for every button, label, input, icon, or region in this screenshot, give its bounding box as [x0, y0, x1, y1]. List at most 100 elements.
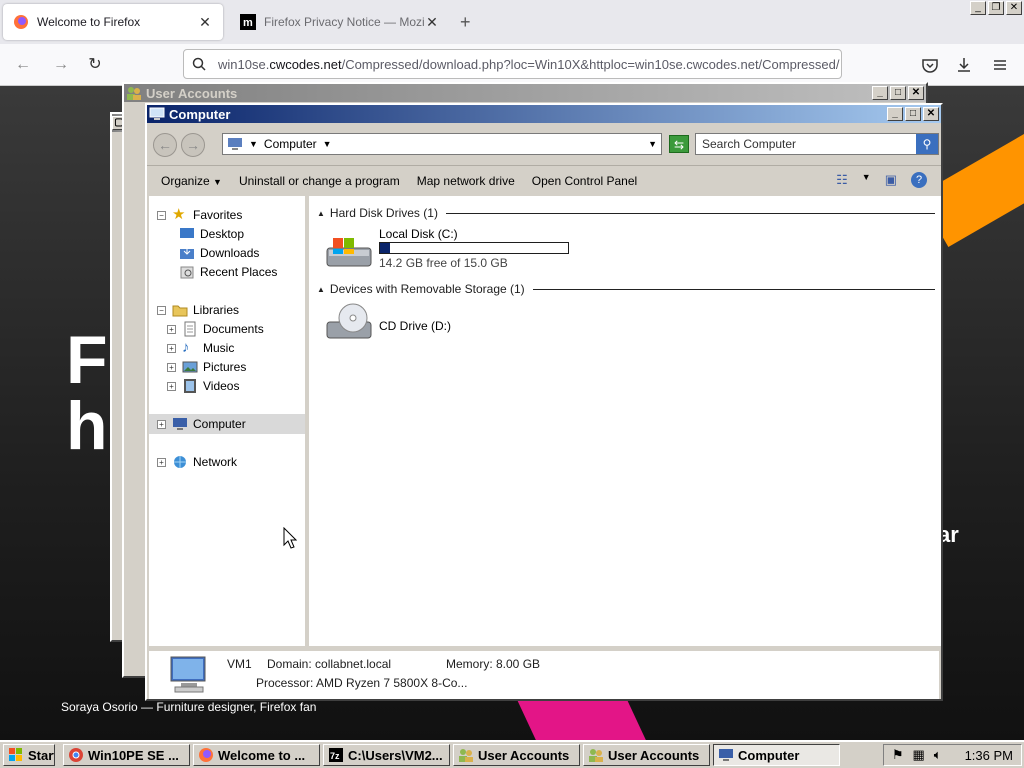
tree-item-computer[interactable]: + Computer: [149, 414, 305, 434]
back-icon[interactable]: ←: [12, 54, 34, 76]
breadcrumb-chevron-icon[interactable]: ▼: [323, 139, 332, 149]
change-view-icon[interactable]: ☷: [836, 172, 848, 188]
network-status-icon[interactable]: ▦: [912, 747, 924, 763]
taskbar-item-user-accounts-2[interactable]: User Accounts: [583, 744, 710, 766]
refresh-icon[interactable]: ⇆: [669, 135, 689, 153]
close-tab-icon[interactable]: ✕: [424, 14, 440, 31]
search-input[interactable]: Search Computer ⚲: [695, 133, 939, 155]
computer-icon: [228, 138, 242, 150]
tree-item-documents[interactable]: + Documents: [167, 321, 264, 337]
mozilla-icon: m: [240, 14, 256, 30]
collapse-group-icon[interactable]: ▲: [317, 285, 325, 294]
chevron-down-icon[interactable]: ▼: [862, 172, 871, 188]
search-icon[interactable]: ⚲: [916, 134, 938, 154]
group-header-hard-disk-drives[interactable]: ▲ Hard Disk Drives (1): [317, 206, 935, 220]
maximize-icon[interactable]: □: [890, 86, 906, 100]
downloads-icon[interactable]: [953, 54, 975, 76]
breadcrumb-chevron-icon[interactable]: ▼: [249, 139, 258, 149]
tree-label: Libraries: [193, 303, 240, 317]
chevron-down-icon: ▼: [213, 176, 222, 187]
expand-icon[interactable]: +: [157, 457, 166, 467]
7zip-icon: 7z: [329, 748, 343, 762]
tree-item-libraries[interactable]: − Libraries: [157, 302, 239, 318]
tree-item-network[interactable]: + Network: [157, 454, 237, 470]
firefox-icon: [14, 15, 28, 29]
minimize-icon[interactable]: _: [970, 1, 986, 15]
computer-explorer-window[interactable]: Computer _ □ ✕ ← → ▼ Computer ▼ ▼ ⇆ Sear…: [145, 103, 943, 701]
close-icon[interactable]: ✕: [908, 86, 924, 100]
new-tab-icon[interactable]: +: [460, 12, 471, 33]
window-titlebar: User Accounts _ □ ✕: [124, 84, 926, 102]
start-button[interactable]: Start: [3, 744, 55, 766]
help-icon[interactable]: ?: [911, 172, 927, 188]
uninstall-program-button[interactable]: Uninstall or change a program: [239, 174, 400, 188]
svg-text:m: m: [243, 17, 253, 29]
tree-item-downloads[interactable]: Downloads: [179, 245, 259, 261]
close-tab-icon[interactable]: ✕: [197, 14, 213, 31]
address-bar[interactable]: ▼ Computer ▼ ▼: [222, 133, 662, 155]
music-icon: ♪: [182, 339, 190, 356]
tab-privacy-notice[interactable]: m Firefox Privacy Notice — Mozilla ✕: [230, 4, 450, 40]
close-icon[interactable]: ✕: [923, 107, 939, 121]
menu-icon[interactable]: [989, 54, 1011, 76]
expand-icon[interactable]: +: [157, 419, 166, 429]
browser-tab-bar: Welcome to Firefox ✕ m Firefox Privacy N…: [0, 0, 1024, 44]
group-label: Hard Disk Drives (1): [329, 206, 438, 220]
forward-icon[interactable]: →: [50, 54, 72, 76]
collapse-icon[interactable]: −: [157, 210, 166, 220]
expand-icon[interactable]: +: [167, 324, 176, 334]
flag-icon[interactable]: ⚑: [892, 747, 904, 763]
forward-icon[interactable]: →: [181, 133, 205, 157]
system-tray: ⚑ ▦ 🔈︎ 1:36 PM: [882, 744, 1022, 766]
tab-title: Welcome to Firefox: [37, 15, 141, 29]
tree-item-music[interactable]: + ♪ Music: [167, 340, 234, 356]
tree-label: Computer: [193, 417, 246, 431]
users-icon: [459, 749, 473, 762]
group-header-removable-storage[interactable]: ▲ Devices with Removable Storage (1): [317, 282, 935, 296]
window-titlebar: Computer _ □ ✕: [147, 105, 941, 123]
back-icon[interactable]: ←: [153, 133, 177, 157]
restore-icon[interactable]: ❐: [988, 1, 1004, 15]
minimize-icon[interactable]: _: [887, 107, 903, 121]
tree-item-recent-places[interactable]: Recent Places: [179, 264, 277, 280]
breadcrumb-computer[interactable]: Computer: [264, 137, 317, 151]
expand-icon[interactable]: +: [167, 381, 176, 391]
clock[interactable]: 1:36 PM: [965, 748, 1013, 763]
taskbar-item-user-accounts-1[interactable]: User Accounts: [453, 744, 580, 766]
organize-button[interactable]: Organize ▼: [161, 174, 222, 188]
tree-label: Favorites: [193, 208, 243, 222]
address-dropdown-icon[interactable]: ▼: [648, 139, 657, 149]
expand-icon[interactable]: +: [167, 362, 176, 372]
mouse-cursor-icon: [283, 527, 297, 549]
open-control-panel-button[interactable]: Open Control Panel: [532, 174, 637, 188]
tab-welcome-to-firefox[interactable]: Welcome to Firefox ✕: [3, 4, 223, 40]
details-pane: VM1 Domain: collabnet.local Memory: 8.00…: [149, 648, 939, 699]
maximize-icon[interactable]: □: [905, 107, 921, 121]
minimize-icon[interactable]: _: [872, 86, 888, 100]
tree-label: Recent Places: [200, 265, 278, 279]
tree-item-favorites[interactable]: − ★ Favorites: [157, 207, 242, 223]
tree-item-pictures[interactable]: + Pictures: [167, 359, 246, 375]
url-bar[interactable]: win10se. cwcodes.net/Compressed/download.…: [183, 49, 842, 79]
collapse-group-icon[interactable]: ▲: [317, 209, 325, 218]
tree-label: Documents: [203, 322, 264, 336]
taskbar-item-firefox[interactable]: Welcome to ...: [193, 744, 320, 766]
preview-pane-icon[interactable]: ▣: [885, 172, 897, 188]
close-icon[interactable]: ✕: [1006, 1, 1022, 15]
map-network-drive-button[interactable]: Map network drive: [417, 174, 515, 188]
taskbar-item-win10pe[interactable]: Win10PE SE ...: [63, 744, 190, 766]
taskbar-item-7zip[interactable]: 7z C:\Users\VM2...: [323, 744, 450, 766]
tree-item-videos[interactable]: + Videos: [167, 378, 239, 394]
volume-icon[interactable]: 🔈︎: [934, 747, 942, 763]
hard-disk-icon[interactable]: [325, 232, 375, 272]
reload-icon[interactable]: ↻: [84, 54, 106, 76]
drive-d-name[interactable]: CD Drive (D:): [379, 319, 451, 333]
tree-label: Videos: [203, 379, 240, 393]
expand-icon[interactable]: +: [167, 343, 176, 353]
tree-item-desktop[interactable]: Desktop: [179, 226, 244, 242]
collapse-icon[interactable]: −: [157, 305, 166, 315]
drive-c-name[interactable]: Local Disk (C:): [379, 227, 458, 241]
pocket-icon[interactable]: [919, 54, 941, 76]
cd-drive-icon[interactable]: [325, 302, 375, 342]
taskbar-item-computer[interactable]: Computer: [713, 744, 840, 766]
